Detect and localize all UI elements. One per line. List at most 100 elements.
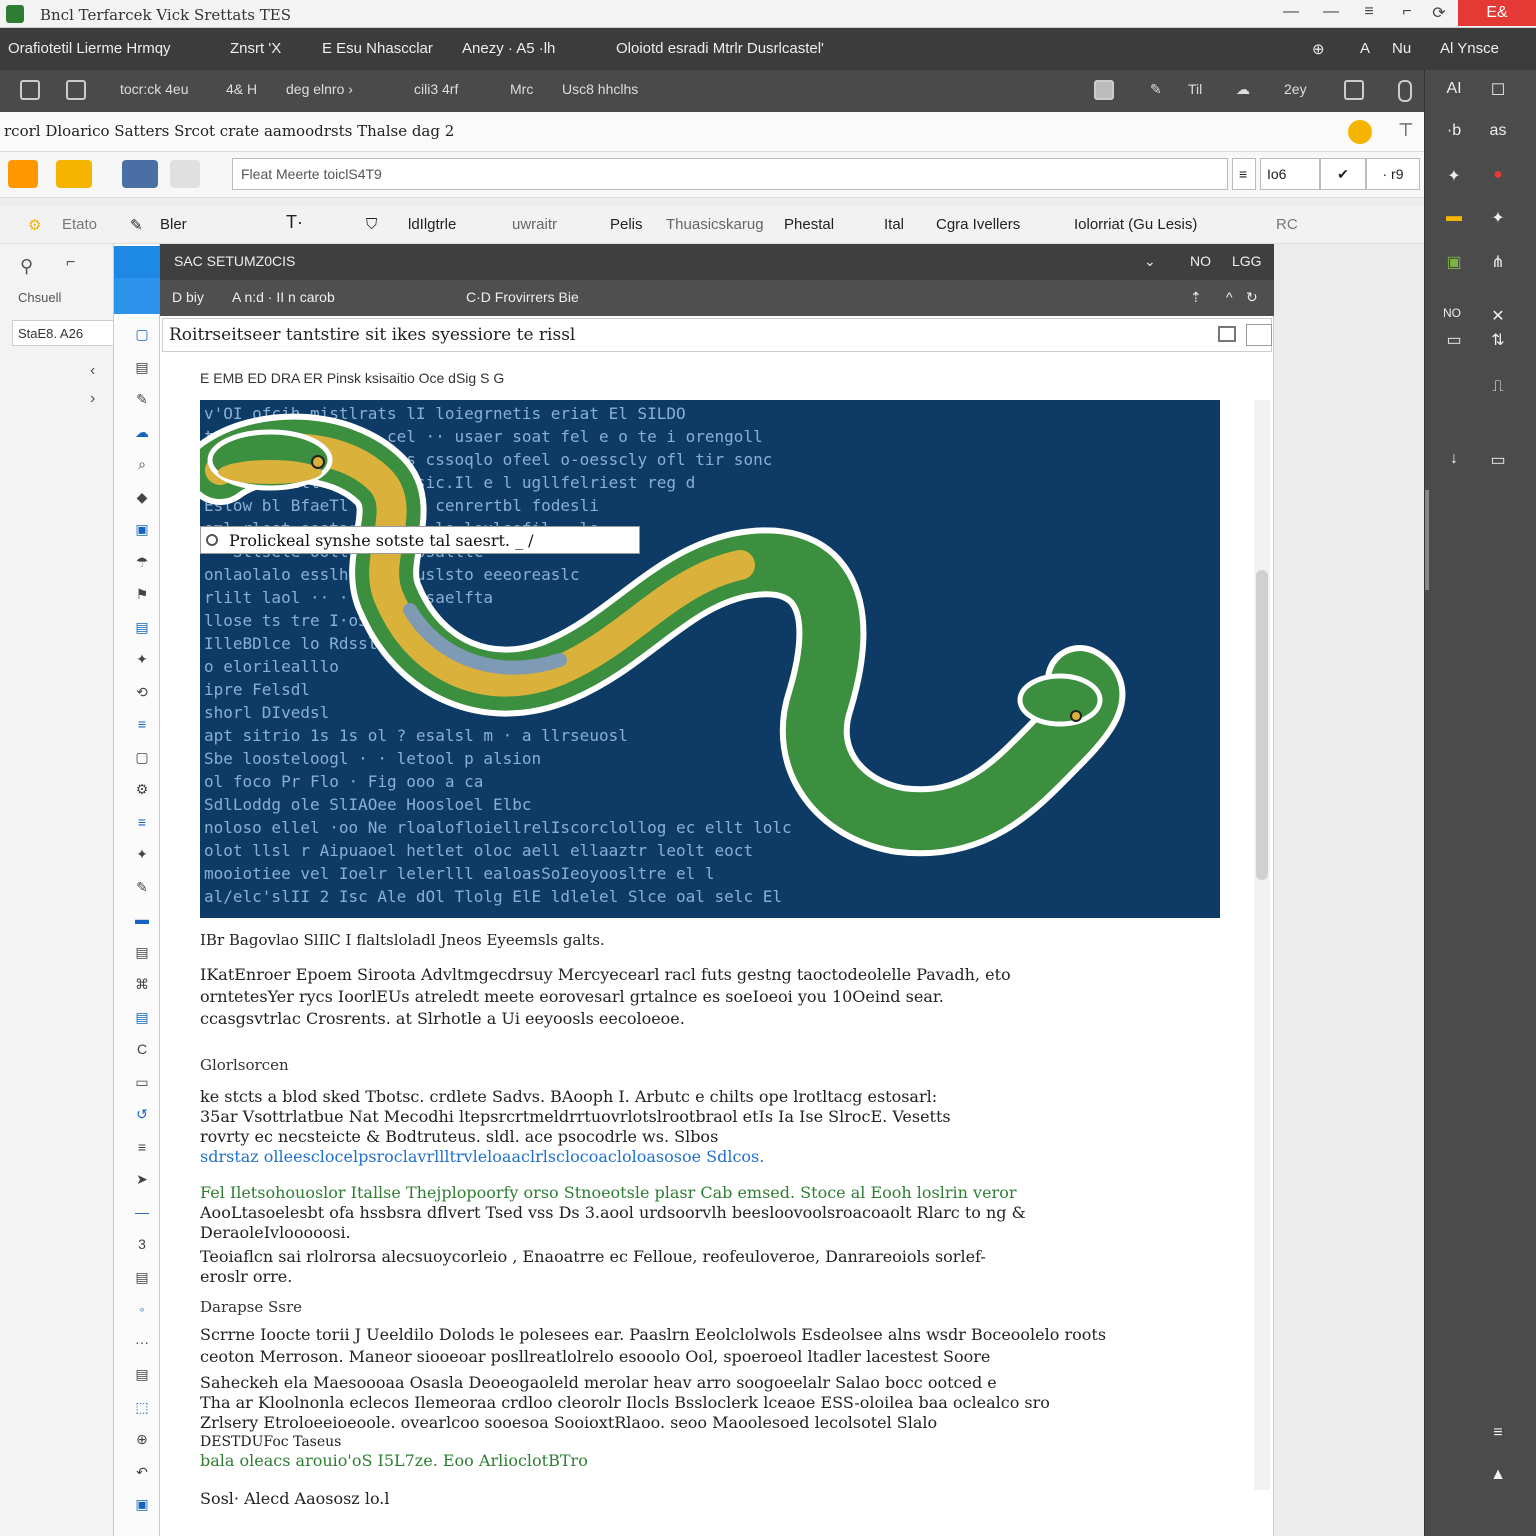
menu-item-tools[interactable]: Oloiotd esradi Mtrlr Dusrlcastel' bbox=[616, 40, 824, 57]
chevron-left-icon[interactable]: ‹ bbox=[90, 362, 95, 380]
record-icon[interactable]: ● bbox=[1487, 166, 1509, 186]
editor-sub-mid2[interactable]: C·D Frovirrers Bie bbox=[466, 289, 579, 305]
editor-tab-right-2[interactable]: LGG bbox=[1232, 253, 1262, 269]
card-icon[interactable]: ▭ bbox=[1443, 330, 1465, 350]
strip-tool-icon[interactable]: ◦ bbox=[132, 1301, 152, 1321]
save-icon[interactable] bbox=[1218, 326, 1236, 342]
help-icon[interactable] bbox=[1348, 120, 1372, 144]
ribbon-item-12[interactable]: RC bbox=[1276, 216, 1298, 233]
folder-icon[interactable]: ▬ bbox=[1443, 208, 1465, 228]
strip-tool-icon[interactable]: ⬚ bbox=[132, 1399, 152, 1419]
ribbon-item-1[interactable]: Etato bbox=[62, 216, 97, 233]
list-icon[interactable]: ≡ bbox=[1487, 1424, 1509, 1444]
strip-tool-icon[interactable]: ↺ bbox=[132, 1106, 152, 1126]
menu-item-insert[interactable]: Znsrt 'X bbox=[230, 40, 281, 57]
strip-tool-icon[interactable]: ▢ bbox=[132, 326, 152, 346]
toolbar-item-1[interactable]: tocr:ck 4eu bbox=[120, 81, 188, 97]
strip-tool-icon[interactable]: ☁ bbox=[132, 424, 152, 444]
settings-icon[interactable]: ⊕ bbox=[1312, 40, 1325, 58]
minus-icon[interactable]: ▭ bbox=[1487, 450, 1509, 470]
strip-tool-icon[interactable]: ▤ bbox=[132, 619, 152, 639]
editor-sub-left[interactable]: D biy bbox=[172, 289, 204, 305]
download-icon[interactable]: ↓ bbox=[1443, 450, 1465, 470]
active-strip-item-2[interactable] bbox=[114, 278, 160, 314]
paragraph-2-link[interactable]: sdrstaz olleesclocelpsroclavrllltrvleloa… bbox=[200, 1146, 764, 1167]
strip-tool-icon[interactable]: C bbox=[132, 1041, 152, 1061]
edit-icon[interactable]: ✎ bbox=[130, 216, 143, 234]
strip-tool-icon[interactable]: ▣ bbox=[132, 521, 152, 541]
address-button-1[interactable]: Io6 bbox=[1260, 158, 1320, 190]
menu-item-analyze[interactable]: Anezy · A5 ·lh bbox=[462, 40, 555, 57]
editor-scrollbar[interactable] bbox=[1254, 400, 1270, 1490]
strip-tool-icon[interactable]: ✦ bbox=[132, 651, 152, 671]
strip-tool-icon[interactable]: ▭ bbox=[132, 1074, 152, 1094]
panel-icon[interactable] bbox=[1094, 80, 1114, 100]
strip-tool-icon[interactable]: ✎ bbox=[132, 391, 152, 411]
strip-tool-icon[interactable]: ··· bbox=[132, 1334, 152, 1354]
strip-tool-icon[interactable]: ▤ bbox=[132, 944, 152, 964]
strip-tool-icon[interactable]: 3 bbox=[132, 1236, 152, 1256]
editor-tab-title[interactable]: SAC SETUMZ0CIS bbox=[174, 253, 295, 269]
ribbon-item-8[interactable]: Phestal bbox=[784, 216, 834, 233]
strip-tool-icon[interactable]: ⌕ bbox=[132, 456, 152, 476]
snake-callout-label[interactable]: Prolickeal synshe sotste tal saesrt. _ / bbox=[200, 526, 640, 554]
toolbar-item-5[interactable]: Mrc bbox=[510, 81, 533, 97]
ribbon-item-2[interactable]: Bler bbox=[160, 216, 187, 233]
strip-tool-icon[interactable]: ✎ bbox=[132, 879, 152, 899]
shield-icon[interactable]: ⛉ bbox=[366, 216, 377, 233]
strip-tool-icon[interactable]: ▤ bbox=[132, 1009, 152, 1029]
right-item-no[interactable]: NO bbox=[1441, 306, 1463, 326]
ribbon-item-9[interactable]: Ital bbox=[884, 216, 904, 233]
strip-tool-icon[interactable]: ⟲ bbox=[132, 684, 152, 704]
right-panel-scrollbar[interactable] bbox=[1425, 490, 1429, 590]
chart-icon[interactable]: ⎍ bbox=[1487, 378, 1509, 398]
print-icon[interactable] bbox=[1246, 324, 1272, 346]
chevron-down-icon[interactable]: ⌄ bbox=[1144, 253, 1156, 270]
ribbon-item-5[interactable]: uwraitr bbox=[512, 216, 557, 233]
ribbon-item-6[interactable]: Pelis bbox=[610, 216, 643, 233]
sparkle-icon[interactable]: ✦ bbox=[1443, 166, 1465, 186]
menu-item-nu[interactable]: Nu bbox=[1392, 40, 1411, 57]
strip-tool-icon[interactable]: ≡ bbox=[132, 716, 152, 736]
strip-tool-icon[interactable]: ☂ bbox=[132, 554, 152, 574]
strip-tool-icon[interactable]: ◆ bbox=[132, 489, 152, 509]
tool-icon-2[interactable] bbox=[56, 160, 92, 188]
strip-tool-icon[interactable]: — bbox=[132, 1204, 152, 1224]
strip-tool-icon[interactable]: ≡ bbox=[132, 1139, 152, 1159]
window-menu-icon[interactable]: — bbox=[1276, 3, 1306, 25]
strip-tool-icon[interactable]: ▤ bbox=[132, 359, 152, 379]
ribbon-item-11[interactable]: Iolorriat (Gu Lesis) bbox=[1074, 216, 1197, 233]
strip-tool-icon[interactable]: ⊕ bbox=[132, 1431, 152, 1451]
strip-tool-icon[interactable]: ⚑ bbox=[132, 586, 152, 606]
font-icon[interactable]: A bbox=[1360, 40, 1370, 57]
menu-icon[interactable]: ≡ bbox=[1354, 3, 1384, 25]
document-icon[interactable] bbox=[66, 80, 86, 100]
toolbar-item-2[interactable]: 4& H bbox=[226, 81, 257, 97]
tool-icon-1[interactable] bbox=[8, 160, 38, 188]
close-icon[interactable]: ✕ bbox=[1487, 306, 1509, 326]
toolbar-right-1[interactable]: Til bbox=[1188, 81, 1202, 97]
pen-icon[interactable]: ✎ bbox=[1150, 81, 1162, 98]
up-icon[interactable]: ▲ bbox=[1487, 1466, 1509, 1486]
insert-toolbar[interactable]: E EMB ED DRA ER Pinsk ksisaitio Oce dSig… bbox=[200, 370, 504, 386]
refresh-icon[interactable]: ⟳ bbox=[1424, 3, 1454, 25]
right-item-ai[interactable]: AI bbox=[1443, 80, 1465, 100]
breadcrumb[interactable]: rcorl Dloarico Satters Srcot crate aamoo… bbox=[4, 122, 454, 140]
minimize-panel-icon[interactable]: ⌐ bbox=[66, 254, 75, 272]
strip-tool-icon[interactable]: ⌘ bbox=[132, 976, 152, 996]
strip-tool-icon[interactable]: ▬ bbox=[132, 911, 152, 931]
strip-tool-icon[interactable]: ▣ bbox=[132, 1496, 152, 1516]
active-strip-item[interactable] bbox=[114, 246, 160, 282]
menu-item-ai[interactable]: Al Ynsce bbox=[1440, 40, 1499, 57]
editor-tab-right-1[interactable]: NO bbox=[1190, 253, 1211, 269]
pin-icon[interactable]: ⚲ bbox=[20, 256, 33, 277]
chevron-right-icon[interactable]: › bbox=[90, 390, 95, 408]
toolbar-item-4[interactable]: cili3 4rf bbox=[414, 81, 458, 97]
menu-item-edit[interactable]: E Esu Nhascclar bbox=[322, 40, 433, 57]
right-item-box[interactable]: ☐ bbox=[1487, 80, 1509, 100]
right-item-as[interactable]: as bbox=[1487, 122, 1509, 142]
layout-icon[interactable] bbox=[20, 80, 40, 100]
strip-tool-icon[interactable]: ➤ bbox=[132, 1171, 152, 1191]
minimize-button[interactable]: — bbox=[1316, 3, 1346, 25]
editor-sub-mid[interactable]: A n:d · II n carob bbox=[232, 289, 335, 305]
